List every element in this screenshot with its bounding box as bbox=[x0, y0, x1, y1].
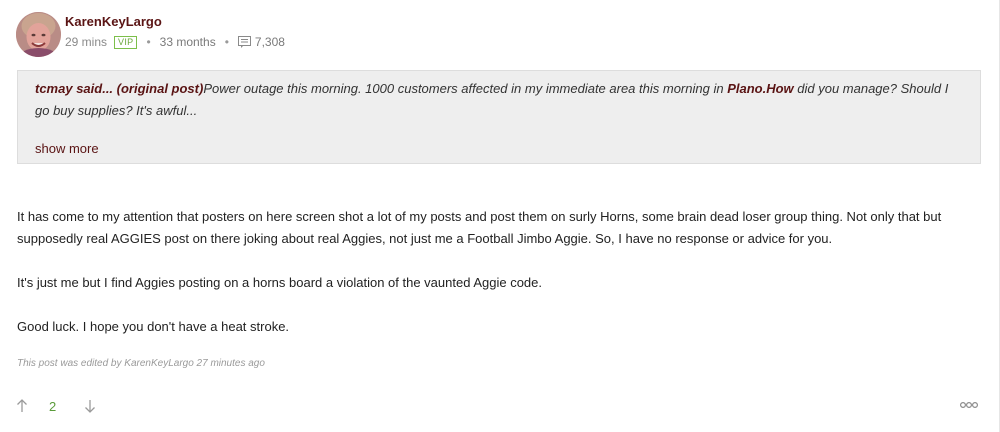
comment-icon bbox=[237, 36, 251, 48]
post-time[interactable]: 29 mins bbox=[65, 35, 107, 49]
member-duration: 33 months bbox=[159, 35, 216, 49]
arrow-up-icon[interactable] bbox=[14, 397, 30, 415]
body-paragraph-2: It's just me but I find Aggies posting o… bbox=[17, 275, 542, 290]
vip-badge: VIP bbox=[114, 35, 138, 49]
quote-text: tcmay said... (original post)Power outag… bbox=[35, 78, 965, 122]
quoted-post: tcmay said... (original post)Power outag… bbox=[17, 70, 981, 164]
author-name[interactable]: KarenKeyLargo bbox=[65, 14, 162, 29]
vote-score: 2 bbox=[49, 399, 57, 414]
forum-post: KarenKeyLargo 29 mins VIP • 33 months • … bbox=[0, 0, 1000, 432]
more-options-icon[interactable] bbox=[958, 398, 980, 412]
body-paragraph-1: It has come to my attention that posters… bbox=[17, 209, 942, 246]
post-count: 7,308 bbox=[254, 35, 285, 49]
meta-separator: • bbox=[224, 35, 229, 49]
quote-attribution[interactable]: tcmay said... (original post) bbox=[35, 81, 203, 96]
quote-text-before: Power outage this morning. 1000 customer… bbox=[203, 81, 728, 96]
body-paragraph-3: Good luck. I hope you don't have a heat … bbox=[17, 319, 290, 334]
avatar[interactable] bbox=[16, 12, 61, 57]
post-meta: 29 mins VIP • 33 months • 7,308 bbox=[65, 35, 285, 49]
meta-separator: • bbox=[146, 35, 151, 49]
show-more-link[interactable]: show more bbox=[35, 141, 99, 156]
arrow-down-icon[interactable] bbox=[82, 397, 98, 415]
edit-note: This post was edited by KarenKeyLargo 27… bbox=[17, 358, 265, 369]
quote-location: Plano.How bbox=[727, 81, 794, 96]
